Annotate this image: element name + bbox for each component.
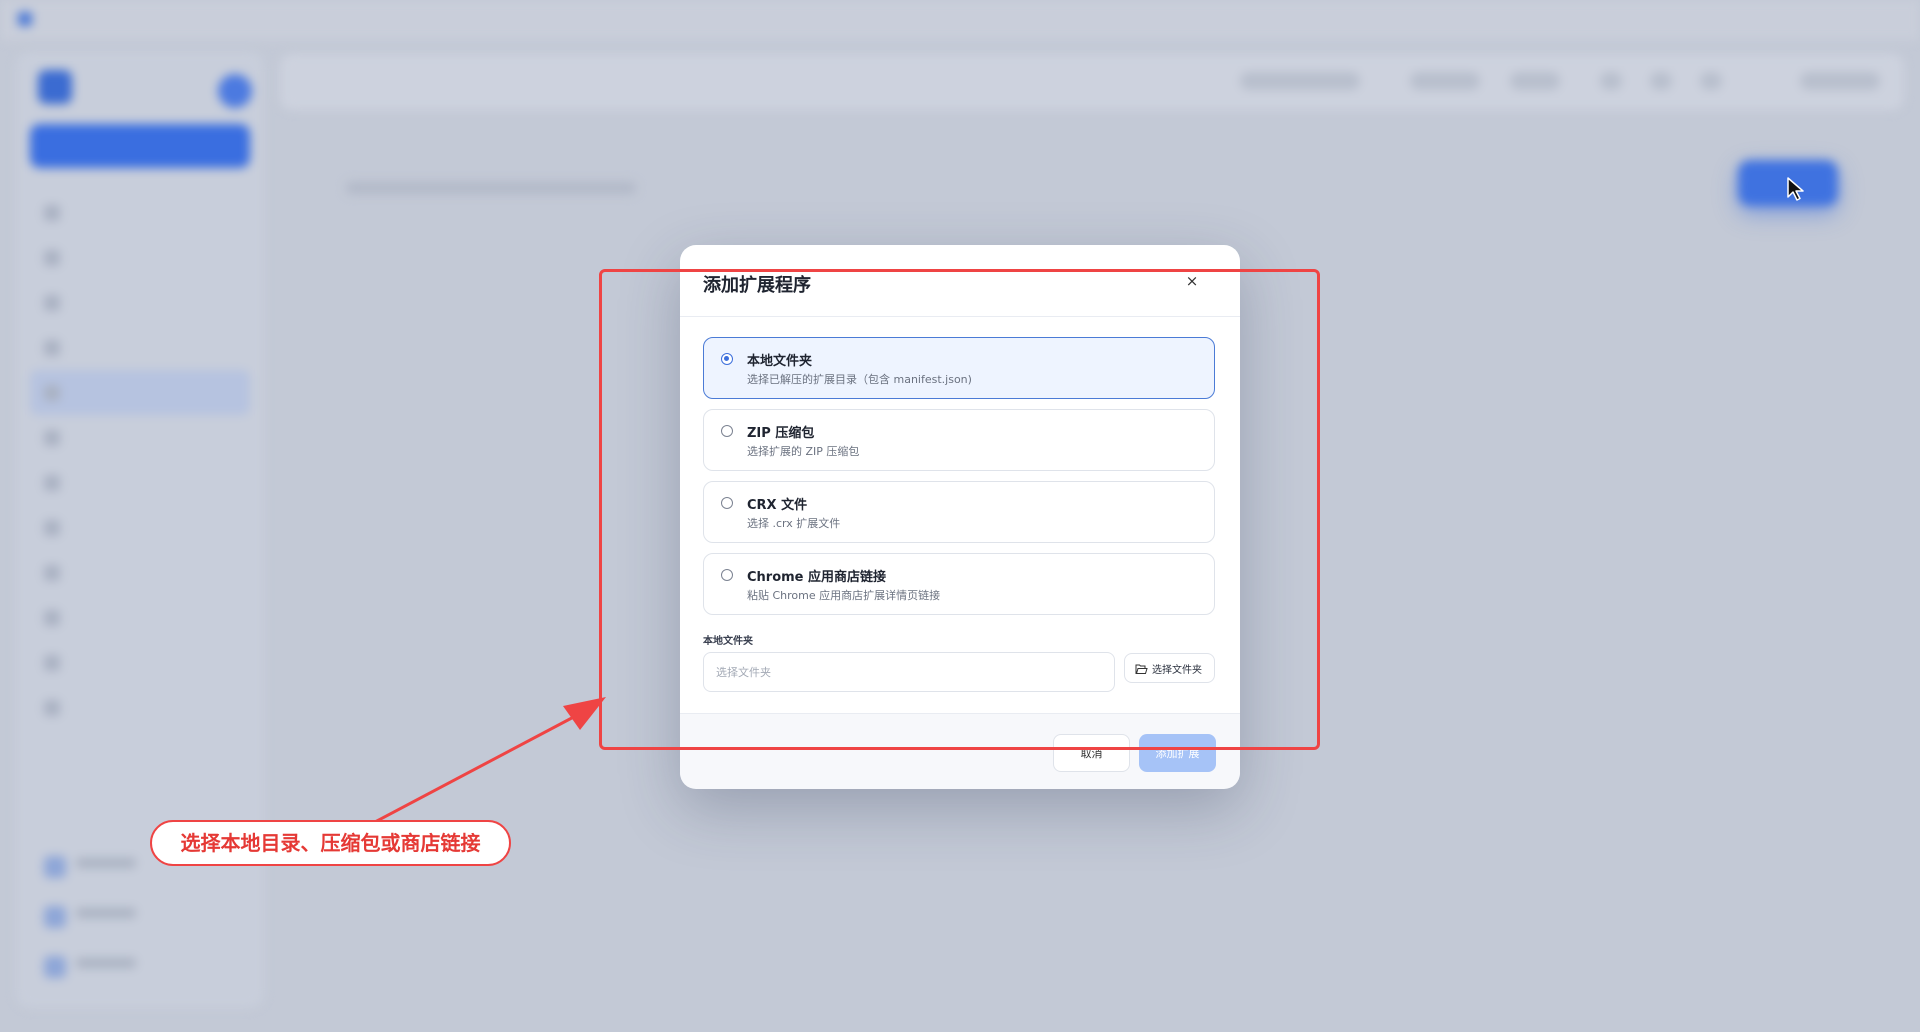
radio-unchecked-icon[interactable]: [721, 497, 733, 509]
header-chip: [1510, 72, 1560, 90]
footer-row: [30, 892, 250, 942]
dialog-header: 添加扩展程序 ×: [680, 245, 1240, 317]
dialog-title: 添加扩展程序: [703, 275, 811, 296]
option-title: Chrome 应用商店链接: [747, 570, 887, 585]
mouse-cursor-icon: [1787, 177, 1804, 201]
option-description: 选择 .crx 扩展文件: [747, 517, 841, 530]
sidebar-item: [30, 280, 250, 325]
option-title: CRX 文件: [747, 498, 808, 513]
sidebar-item: [30, 460, 250, 505]
add-extension-confirm-button[interactable]: 添加扩展: [1139, 734, 1216, 772]
top-header: [280, 54, 1904, 110]
radio-unchecked-icon[interactable]: [721, 425, 733, 437]
option-title: 本地文件夹: [747, 354, 813, 369]
sidebar-item: [30, 550, 250, 595]
header-chip: [1410, 72, 1480, 90]
folder-open-icon: [1135, 664, 1148, 674]
annotation-callout: 选择本地目录、压缩包或商店链接: [150, 820, 511, 866]
sidebar-nav: [30, 190, 250, 730]
sidebar-item: [30, 595, 250, 640]
header-icon: [1650, 72, 1672, 90]
dialog-footer: 取消 添加扩展: [680, 713, 1240, 789]
sidebar-item: [30, 685, 250, 730]
browse-folder-button[interactable]: 选择文件夹: [1124, 653, 1215, 683]
folder-path-input[interactable]: [703, 652, 1115, 692]
logo-icon: [38, 70, 72, 104]
footer-row: [30, 942, 250, 992]
window-titlebar: [0, 0, 1920, 40]
radio-unchecked-icon[interactable]: [721, 569, 733, 581]
option-local-folder[interactable]: 本地文件夹 选择已解压的扩展目录（包含 manifest.json): [703, 337, 1215, 399]
option-description: 选择已解压的扩展目录（包含 manifest.json): [747, 373, 972, 386]
notification-badge: [218, 74, 252, 108]
sidebar-item: [30, 415, 250, 460]
sidebar-item: [30, 325, 250, 370]
header-icon: [1700, 72, 1722, 90]
sidebar-item: [30, 640, 250, 685]
option-description: 选择扩展的 ZIP 压缩包: [747, 445, 860, 458]
sidebar-item-active: [30, 370, 250, 415]
option-store-link[interactable]: Chrome 应用商店链接 粘贴 Chrome 应用商店扩展详情页链接: [703, 553, 1215, 615]
header-icon: [1600, 72, 1622, 90]
page-subtitle: [346, 182, 636, 194]
sidebar-item: [30, 190, 250, 235]
browse-folder-label: 选择文件夹: [1152, 664, 1202, 676]
option-crx[interactable]: CRX 文件 选择 .crx 扩展文件: [703, 481, 1215, 543]
status-chip: [1240, 72, 1360, 90]
cancel-button[interactable]: 取消: [1053, 734, 1130, 772]
option-zip[interactable]: ZIP 压缩包 选择扩展的 ZIP 压缩包: [703, 409, 1215, 471]
sidebar-item: [30, 235, 250, 280]
option-description: 粘贴 Chrome 应用商店扩展详情页链接: [747, 589, 941, 602]
radio-checked-icon[interactable]: [721, 353, 733, 365]
close-button[interactable]: ×: [1180, 269, 1204, 293]
option-title: ZIP 压缩包: [747, 426, 815, 441]
new-button: [30, 124, 250, 168]
folder-field-label: 本地文件夹: [703, 636, 753, 647]
add-extension-dialog: 添加扩展程序 × 本地文件夹 选择已解压的扩展目录（包含 manifest.js…: [680, 245, 1240, 789]
user-chip: [1800, 72, 1880, 90]
app-icon: [18, 12, 32, 26]
sidebar-item: [30, 505, 250, 550]
